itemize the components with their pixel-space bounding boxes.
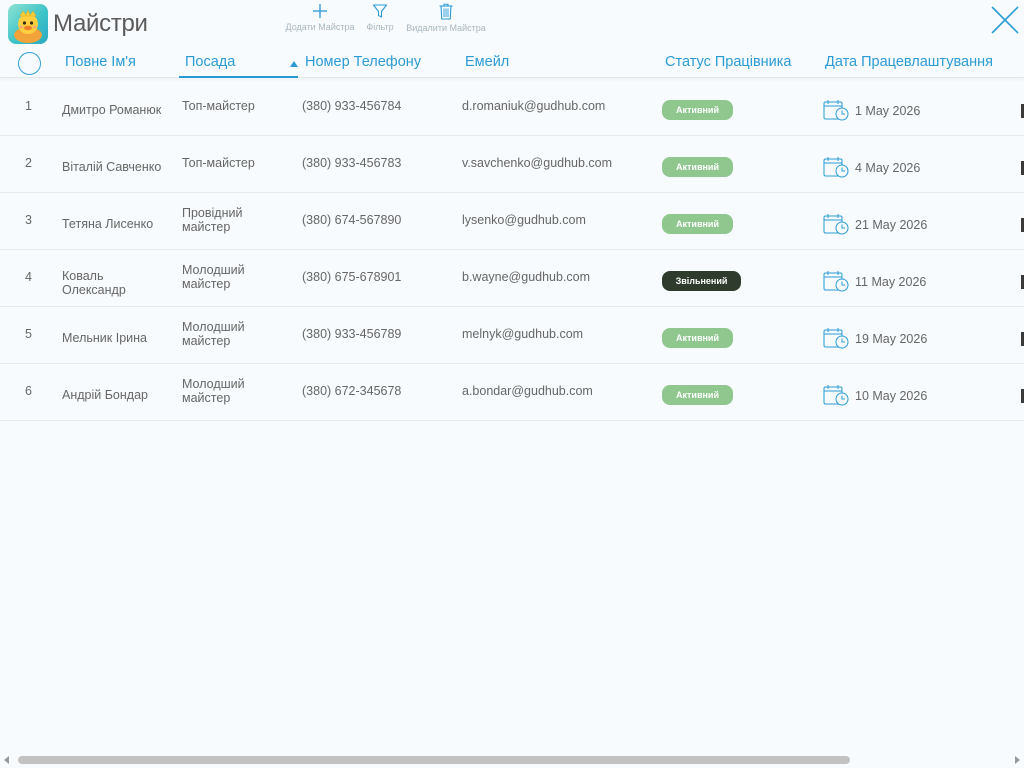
full-name-cell: Тетяна Лисенко: [62, 217, 154, 231]
email-cell: a.bondar@gudhub.com: [462, 384, 593, 398]
column-header-email[interactable]: Емейл: [465, 54, 509, 70]
full-name-cell: Дмитро Романюк: [62, 103, 162, 117]
email-cell: b.wayne@gudhub.com: [462, 270, 591, 284]
column-header-position[interactable]: Посада: [179, 54, 298, 78]
position-cell: Топ-майстер: [182, 99, 255, 113]
status-badge: Активний: [662, 157, 733, 177]
row-number: 2: [25, 156, 32, 170]
row-number: 6: [25, 384, 32, 398]
horizontal-scrollbar-thumb[interactable]: [18, 756, 850, 764]
column-header-phone[interactable]: Номер Телефону: [305, 54, 421, 70]
select-all-checkbox[interactable]: [18, 52, 41, 75]
status-badge: Активний: [662, 328, 733, 348]
calendar-clock-icon: [823, 100, 849, 121]
calendar-clock-icon: [823, 271, 849, 292]
status-badge: Активний: [662, 100, 733, 120]
table-row[interactable]: 1 Дмитро Романюк Топ-майстер (380) 933-4…: [0, 79, 1024, 136]
position-cell: Провідний майстер: [182, 206, 243, 234]
filter-button[interactable]: Фільтр: [364, 3, 396, 32]
phone-cell: (380) 675-678901: [302, 270, 402, 284]
hire-date-cell: 21 May 2026: [855, 218, 928, 232]
email-cell: lysenko@gudhub.com: [462, 213, 586, 227]
table-row[interactable]: 5 Мельник Ірина Молодший майстер (380) 9…: [0, 307, 1024, 364]
column-header-name[interactable]: Повне Ім'я: [65, 54, 136, 70]
funnel-icon: [372, 4, 388, 18]
calendar-clock-icon: [823, 214, 849, 235]
table-row[interactable]: 6 Андрій Бондар Молодший майстер (380) 6…: [0, 364, 1024, 421]
hire-date-cell: 4 May 2026: [855, 161, 921, 175]
row-number: 3: [25, 213, 32, 227]
close-button[interactable]: [989, 4, 1021, 36]
filter-label: Фільтр: [366, 22, 394, 32]
table-row[interactable]: 4 Коваль Олександр Молодший майстер (380…: [0, 250, 1024, 307]
trash-icon: [439, 3, 453, 20]
calendar-clock-icon: [823, 385, 849, 406]
hire-date-cell: 10 May 2026: [855, 389, 928, 403]
scroll-left-arrow[interactable]: [4, 756, 9, 764]
status-badge: Активний: [662, 214, 733, 234]
delete-master-button[interactable]: Видалити Майстра: [404, 3, 488, 33]
phone-cell: (380) 933-456784: [302, 99, 402, 113]
hire-date-cell: 19 May 2026: [855, 332, 928, 346]
duck-avatar-icon: [8, 4, 48, 44]
table-header: Повне Ім'я Посада Номер Телефону Емейл С…: [0, 48, 1024, 78]
row-number: 5: [25, 327, 32, 341]
phone-cell: (380) 674-567890: [302, 213, 402, 227]
calendar-clock-icon: [823, 157, 849, 178]
position-cell: Молодший майстер: [182, 377, 245, 405]
status-badge: Звільнений: [662, 271, 741, 291]
scroll-right-arrow[interactable]: [1015, 756, 1020, 764]
position-cell: Топ-майстер: [182, 156, 255, 170]
close-icon: [991, 6, 1019, 34]
row-number: 4: [25, 270, 32, 284]
position-cell: Молодший майстер: [182, 263, 245, 291]
phone-cell: (380) 933-456783: [302, 156, 402, 170]
table-row[interactable]: 2 Віталій Савченко Топ-майстер (380) 933…: [0, 136, 1024, 193]
full-name-cell: Мельник Ірина: [62, 331, 147, 345]
position-cell: Молодший майстер: [182, 320, 245, 348]
phone-cell: (380) 672-345678: [302, 384, 402, 398]
full-name-cell: Андрій Бондар: [62, 388, 148, 402]
column-header-status[interactable]: Статус Працівника: [665, 54, 791, 70]
top-bar: Майстри Додати Майстра Фільтр Видалити М…: [0, 0, 1024, 48]
calendar-clock-icon: [823, 328, 849, 349]
table-row[interactable]: 3 Тетяна Лисенко Провідний майстер (380)…: [0, 193, 1024, 250]
status-badge: Активний: [662, 385, 733, 405]
column-header-hire-date[interactable]: Дата Працевлаштування: [825, 54, 993, 70]
delete-master-label: Видалити Майстра: [406, 23, 486, 33]
email-cell: d.romaniuk@gudhub.com: [462, 99, 606, 113]
full-name-cell: Віталій Савченко: [62, 160, 162, 174]
sort-ascending-icon[interactable]: [290, 61, 298, 67]
row-number: 1: [25, 99, 32, 113]
hire-date-cell: 1 May 2026: [855, 104, 921, 118]
plus-icon: [313, 4, 327, 18]
add-master-label: Додати Майстра: [285, 22, 355, 32]
email-cell: v.savchenko@gudhub.com: [462, 156, 613, 170]
page-title: Майстри: [53, 10, 148, 37]
hire-date-cell: 11 May 2026: [855, 275, 927, 289]
phone-cell: (380) 933-456789: [302, 327, 402, 341]
full-name-cell: Коваль Олександр: [62, 269, 126, 297]
add-master-button[interactable]: Додати Майстра: [283, 3, 357, 32]
email-cell: melnyk@gudhub.com: [462, 327, 584, 341]
